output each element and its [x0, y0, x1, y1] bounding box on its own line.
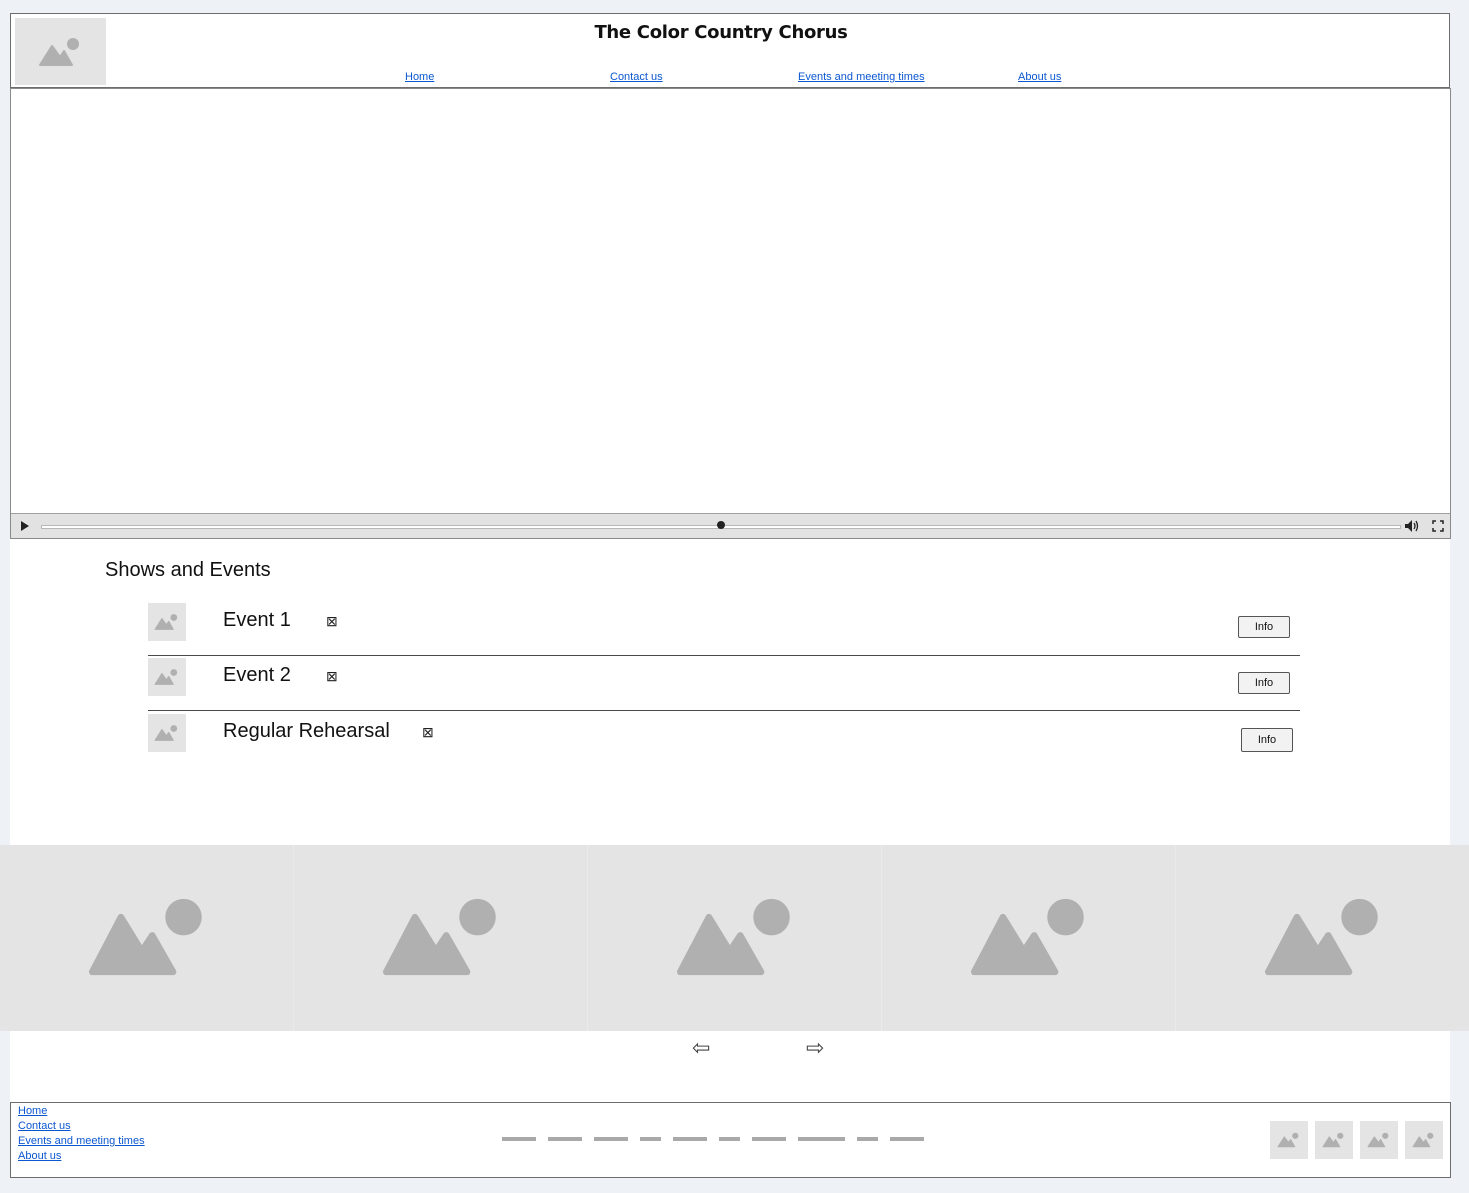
video-controls: [11, 513, 1450, 538]
text-placeholder-line: [502, 1137, 536, 1141]
text-placeholder-line: [798, 1137, 845, 1141]
info-button[interactable]: Info: [1238, 672, 1290, 694]
nav-events-link[interactable]: Events and meeting times: [798, 71, 925, 83]
event-name: Regular Rehearsal: [223, 720, 390, 742]
carousel-image[interactable]: [588, 845, 882, 1031]
text-placeholder-line: [890, 1137, 924, 1141]
carousel-nav: ⇦ ⇨: [10, 1031, 1450, 1102]
video-player[interactable]: [10, 88, 1451, 539]
image-placeholder-icon: [1264, 898, 1378, 976]
event-name: Event 2: [223, 664, 291, 686]
text-placeholder-line: [719, 1137, 740, 1141]
site-header: The Color Country Chorus Home Contact us…: [10, 13, 1450, 88]
play-icon[interactable]: [20, 521, 30, 531]
event-status-icon: ⊠: [326, 613, 338, 629]
text-placeholder-line: [752, 1137, 786, 1141]
volume-icon[interactable]: [1404, 519, 1419, 533]
carousel-next-arrow[interactable]: ⇨: [806, 1035, 824, 1061]
image-placeholder-icon: [1412, 1132, 1434, 1148]
event-image: [148, 603, 186, 641]
fullscreen-icon[interactable]: [1432, 520, 1444, 532]
footer-image[interactable]: [1315, 1121, 1353, 1159]
carousel-image[interactable]: [294, 845, 588, 1031]
event-row: Event 1 ⊠ Info: [148, 600, 1300, 656]
nav-about-link[interactable]: About us: [1018, 71, 1061, 83]
text-placeholder-line: [640, 1137, 661, 1141]
nav-contact-link[interactable]: Contact us: [610, 71, 663, 83]
image-placeholder-icon: [1277, 1132, 1299, 1148]
footer-image[interactable]: [1270, 1121, 1308, 1159]
footer-events-link[interactable]: Events and meeting times: [18, 1134, 145, 1149]
event-row: Event 2 ⊠ Info: [148, 655, 1300, 711]
carousel-prev-arrow[interactable]: ⇦: [692, 1035, 710, 1061]
event-status-icon: ⊠: [326, 668, 338, 684]
text-placeholder-line: [857, 1137, 878, 1141]
image-placeholder-icon: [154, 669, 178, 685]
footer-about-link[interactable]: About us: [18, 1149, 145, 1164]
footer-placeholder-text: [502, 1137, 924, 1141]
event-image: [148, 714, 186, 752]
text-placeholder-line: [673, 1137, 707, 1141]
event-image: [148, 658, 186, 696]
image-placeholder-icon: [676, 898, 790, 976]
image-placeholder-icon: [1367, 1132, 1389, 1148]
footer-links: Home Contact us Events and meeting times…: [18, 1104, 145, 1164]
site-footer: Home Contact us Events and meeting times…: [10, 1102, 1451, 1178]
info-button[interactable]: Info: [1241, 728, 1293, 752]
image-placeholder-icon: [1322, 1132, 1344, 1148]
event-name: Event 1: [223, 609, 291, 631]
carousel-image[interactable]: [1176, 845, 1469, 1031]
footer-image[interactable]: [1360, 1121, 1398, 1159]
image-placeholder-icon: [88, 898, 202, 976]
footer-contact-link[interactable]: Contact us: [18, 1119, 145, 1134]
site-title: The Color Country Chorus: [594, 22, 848, 43]
seek-thumb[interactable]: [717, 521, 725, 529]
nav-home-link[interactable]: Home: [405, 71, 434, 83]
text-placeholder-line: [594, 1137, 628, 1141]
image-placeholder-icon: [154, 614, 178, 630]
info-button[interactable]: Info: [1238, 616, 1290, 638]
text-placeholder-line: [548, 1137, 582, 1141]
image-placeholder-icon: [382, 898, 496, 976]
image-placeholder-icon: [154, 725, 178, 741]
carousel-image[interactable]: [0, 845, 294, 1031]
events-section: Shows and Events Event 1 ⊠ Info Event 2 …: [10, 539, 1450, 845]
footer-social-images: [1270, 1121, 1443, 1159]
event-status-icon: ⊠: [422, 724, 434, 740]
image-carousel: [0, 845, 1469, 1031]
section-title: Shows and Events: [105, 559, 271, 581]
footer-image[interactable]: [1405, 1121, 1443, 1159]
event-row: Regular Rehearsal ⊠ Info: [148, 711, 1300, 766]
footer-home-link[interactable]: Home: [18, 1104, 145, 1119]
image-placeholder-icon: [970, 898, 1084, 976]
carousel-image[interactable]: [882, 845, 1176, 1031]
